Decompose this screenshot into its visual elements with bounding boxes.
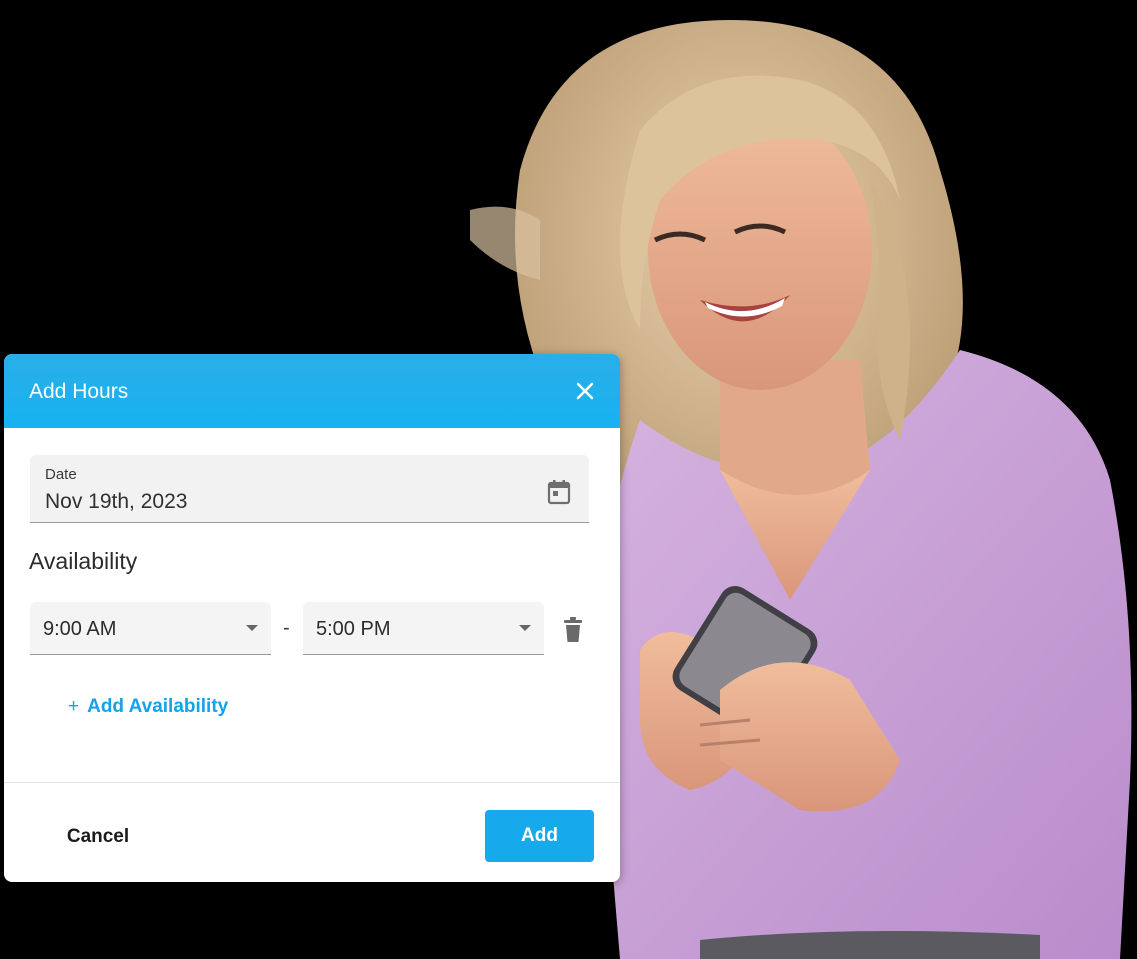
end-time-select[interactable]: 5:00 PM <box>303 602 544 655</box>
trash-icon[interactable] <box>561 616 585 644</box>
dialog-header: Add Hours <box>4 354 620 428</box>
add-button[interactable]: Add <box>485 810 594 862</box>
add-availability-label: Add Availability <box>87 696 229 717</box>
dialog-title: Add Hours <box>29 380 129 403</box>
end-time-value: 5:00 PM <box>316 618 391 640</box>
start-time-value: 9:00 AM <box>43 618 117 640</box>
chevron-down-icon <box>519 625 531 631</box>
cancel-button[interactable]: Cancel <box>44 813 152 861</box>
plus-icon: + <box>68 696 80 717</box>
add-hours-dialog: Add Hours Date Nov 19th, 2023 Availabili… <box>4 354 620 882</box>
calendar-icon[interactable] <box>547 479 571 505</box>
time-range-separator: - <box>283 617 290 639</box>
date-field[interactable]: Date Nov 19th, 2023 <box>30 455 589 523</box>
close-button[interactable] <box>570 376 600 406</box>
date-field-value: Nov 19th, 2023 <box>45 490 188 513</box>
close-icon <box>576 382 594 400</box>
start-time-select[interactable]: 9:00 AM <box>30 602 271 655</box>
availability-heading: Availability <box>29 548 138 574</box>
add-availability-link[interactable]: + Add Availability <box>68 696 228 724</box>
chevron-down-icon <box>246 625 258 631</box>
footer-divider <box>4 782 620 783</box>
date-field-label: Date <box>45 466 77 483</box>
